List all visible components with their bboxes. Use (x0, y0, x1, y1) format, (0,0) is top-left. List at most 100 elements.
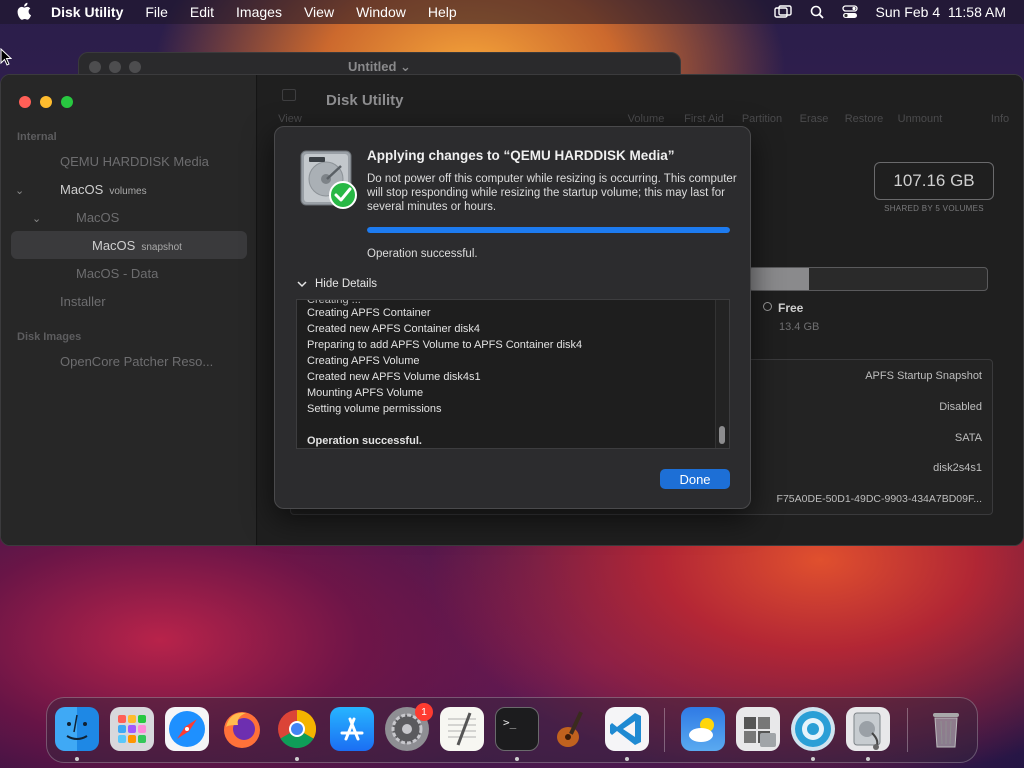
info-device-value: disk2s4s1 (933, 462, 982, 474)
log-line: Preparing to add APFS Volume to APFS Con… (307, 339, 583, 351)
log-line-result: Operation successful. (307, 435, 422, 447)
menu-clock[interactable]: Sun Feb 4 11:58 AM (876, 4, 1007, 20)
screen-mirroring-icon[interactable] (773, 5, 792, 19)
sidebar: Internal QEMU HARDDISK Media ⌄ MacOS volu… (1, 75, 257, 545)
log-line: Mounting APFS Volume (307, 387, 424, 399)
toolbar-volume-button[interactable]: Volume (616, 113, 676, 125)
dock-separator (664, 708, 665, 752)
running-indicator (295, 757, 299, 761)
capacity-value: 107.16 GB (874, 162, 994, 200)
chrome-icon[interactable] (275, 707, 319, 751)
toolbar-unmount-button[interactable]: Unmount (890, 113, 950, 125)
hide-details-toggle[interactable]: Hide Details (297, 278, 377, 290)
hide-details-label: Hide Details (315, 278, 377, 290)
chevron-down-icon[interactable]: ⌄ (15, 184, 24, 197)
chevron-down-icon (297, 280, 307, 288)
sidebar-view-icon[interactable] (282, 89, 296, 101)
sidebar-item-qemu-disk[interactable]: QEMU HARDDISK Media (60, 154, 209, 169)
capacity-caption: SHARED BY 5 VOLUMES (884, 204, 984, 213)
log-line: Creating APFS Container (307, 307, 431, 319)
trash-icon[interactable] (924, 707, 968, 751)
sidebar-item-macos[interactable]: MacOS (76, 210, 119, 225)
sidebar-item-macos-data[interactable]: MacOS - Data (76, 266, 158, 281)
menu-edit[interactable]: Edit (190, 4, 214, 20)
info-type-value: APFS Startup Snapshot (865, 370, 982, 382)
boot-camp-icon[interactable] (736, 707, 780, 751)
settings-notification-badge: 1 (415, 703, 433, 721)
textedit-icon[interactable] (440, 707, 484, 751)
free-legend-icon (763, 302, 772, 311)
garageband-icon[interactable] (550, 707, 594, 751)
mouse-cursor-icon (0, 47, 13, 71)
disk-success-icon (299, 149, 357, 211)
finder-icon[interactable] (55, 707, 99, 751)
running-indicator (75, 757, 79, 761)
menu-bar: Disk Utility File Edit Images View Windo… (0, 0, 1024, 24)
menu-images[interactable]: Images (236, 4, 282, 20)
dialog-title: Applying changes to “QEMU HARDDISK Media… (367, 148, 675, 163)
apple-menu-icon[interactable] (17, 2, 37, 22)
control-center-icon[interactable] (841, 5, 858, 19)
dialog-message: Do not power off this computer while res… (367, 173, 737, 213)
close-button[interactable] (19, 96, 31, 108)
firefox-icon[interactable] (220, 707, 264, 751)
sidebar-section-disk-images: Disk Images (17, 331, 82, 343)
opencore-icon[interactable] (791, 707, 835, 751)
safari-icon[interactable] (165, 707, 209, 751)
menu-file[interactable]: File (145, 4, 168, 20)
app-store-icon[interactable] (330, 707, 374, 751)
log-line: Creating APFS Volume (307, 355, 420, 367)
launchpad-icon[interactable] (110, 707, 154, 751)
menu-window[interactable]: Window (356, 4, 406, 20)
toolbar-restore-button[interactable]: Restore (834, 113, 894, 125)
toolbar-first-aid-button[interactable]: First Aid (674, 113, 734, 125)
dialog-status: Operation successful. (367, 248, 478, 260)
zoom-button[interactable] (61, 96, 73, 108)
apply-changes-dialog: Applying changes to “QEMU HARDDISK Media… (274, 126, 751, 509)
sidebar-item-opencore-patcher[interactable]: OpenCore Patcher Reso... (60, 354, 213, 369)
details-log[interactable]: Creating ... Creating APFS Container Cre… (296, 299, 730, 449)
sidebar-section-internal: Internal (17, 131, 57, 143)
spotlight-search-icon[interactable] (810, 5, 824, 19)
menu-view[interactable]: View (304, 4, 334, 20)
usage-bar (748, 267, 988, 291)
dock: 1 >_ (46, 697, 978, 763)
toolbar-view-button[interactable]: View (260, 113, 320, 125)
info-encryption-value: Disabled (939, 401, 982, 413)
log-line-partial: Creating ... (307, 299, 361, 306)
window-controls (19, 96, 73, 108)
background-window-title: Untitled ⌄ (348, 59, 411, 74)
log-scrollbar-thumb[interactable] (719, 426, 725, 444)
free-label: Free (778, 301, 804, 315)
log-line: Created new APFS Volume disk4s1 (307, 371, 481, 383)
terminal-icon[interactable]: >_ (495, 707, 539, 751)
menu-help[interactable]: Help (428, 4, 457, 20)
toolbar-info-button[interactable]: Info (970, 113, 1023, 125)
weather-icon[interactable] (681, 707, 725, 751)
info-connection-value: SATA (954, 432, 982, 444)
progress-bar (367, 227, 730, 233)
toolbar-title: Disk Utility (326, 92, 404, 109)
done-button[interactable]: Done (660, 469, 730, 489)
sidebar-item-macos-snapshot[interactable]: MacOS snapshot (92, 238, 182, 253)
menu-app-name[interactable]: Disk Utility (51, 4, 123, 20)
running-indicator (811, 757, 815, 761)
dock-separator (907, 708, 908, 752)
chevron-down-icon[interactable]: ⌄ (32, 212, 41, 225)
minimize-button[interactable] (40, 96, 52, 108)
disk-utility-icon[interactable] (846, 707, 890, 751)
sidebar-item-installer[interactable]: Installer (60, 294, 106, 309)
usage-bar-used (749, 268, 809, 290)
running-indicator (866, 757, 870, 761)
running-indicator (515, 757, 519, 761)
progress-bar-fill (367, 227, 730, 233)
running-indicator (625, 757, 629, 761)
sidebar-item-macos-volumes[interactable]: MacOS volumes (60, 182, 147, 197)
toolbar-partition-button[interactable]: Partition (732, 113, 792, 125)
info-uuid-value: F75A0DE-50D1-49DC-9903-434A7BD09F... (776, 493, 982, 505)
vscode-icon[interactable] (605, 707, 649, 751)
free-size: 13.4 GB (779, 321, 820, 333)
svg-text:>_: >_ (503, 716, 517, 729)
log-scrollbar[interactable] (715, 300, 729, 448)
log-line: Created new APFS Container disk4 (307, 323, 481, 335)
